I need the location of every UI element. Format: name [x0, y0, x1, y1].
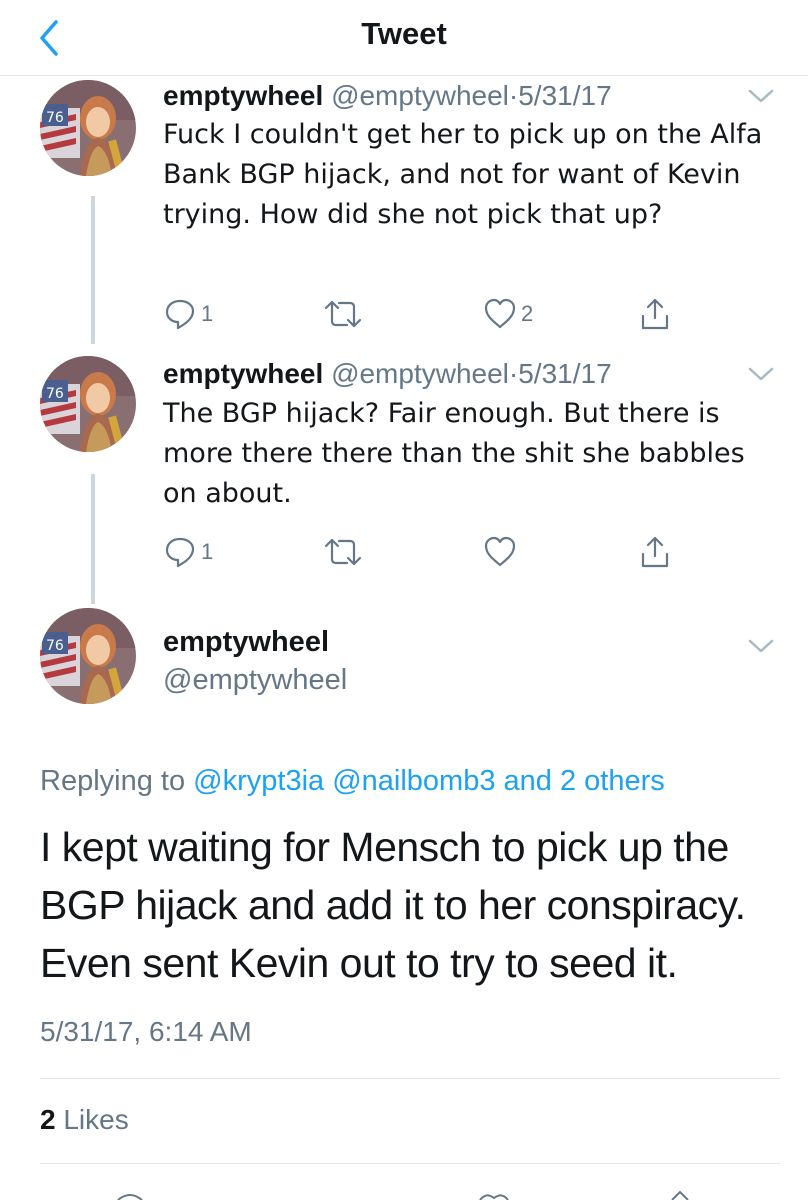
- tweet-timestamp: 5/31/17, 6:14 AM: [40, 1016, 252, 1047]
- tweet-actions: 1 2: [163, 296, 683, 332]
- retweet-icon: [324, 538, 362, 566]
- caret-down-icon[interactable]: [748, 638, 774, 654]
- user-handle[interactable]: @emptywheel: [331, 358, 509, 389]
- user-handle[interactable]: @emptywheel: [331, 80, 509, 111]
- dot-separator: ·: [508, 80, 519, 111]
- main-tweet-text: I kept waiting for Mensch to pick up the…: [40, 824, 746, 986]
- main-tweet-header: emptywheel: [0, 600, 808, 710]
- tweet-date: 5/31/17: [518, 358, 612, 389]
- like-button[interactable]: [483, 534, 521, 570]
- share-button[interactable]: [638, 534, 672, 570]
- user-name[interactable]: emptywheel: [163, 626, 329, 659]
- caret-down-icon[interactable]: [748, 366, 774, 382]
- mention-link[interactable]: @krypt3ia: [193, 765, 324, 797]
- reply-icon: [165, 537, 195, 568]
- reply-button[interactable]: 1: [163, 534, 213, 570]
- like-icon: [479, 1194, 509, 1200]
- share-icon: [641, 298, 669, 330]
- share-icon: [671, 1190, 689, 1200]
- retweet-icon: [324, 300, 362, 328]
- like-button[interactable]: 2: [483, 296, 533, 332]
- like-count: 2: [521, 301, 534, 326]
- others-link[interactable]: and 2 others: [504, 765, 665, 797]
- like-icon: [484, 298, 516, 329]
- share-button[interactable]: [638, 296, 672, 332]
- mention-link[interactable]: @nailbomb3: [332, 765, 495, 797]
- dot-separator: ·: [508, 358, 519, 389]
- tweet-text: The BGP hijack? Fair enough. But there i…: [163, 398, 745, 509]
- likes-summary[interactable]: 2 Likes: [40, 1104, 129, 1136]
- share-icon: [641, 536, 669, 568]
- retweet-button[interactable]: [323, 296, 367, 332]
- likes-count: 2: [40, 1104, 56, 1135]
- retweet-button[interactable]: [323, 534, 367, 570]
- tweet-header: emptywheel @emptywheel·5/31/17: [163, 78, 612, 114]
- avatar[interactable]: [40, 80, 136, 176]
- reply-icon: [165, 299, 195, 330]
- nav-bar: Tweet: [0, 0, 808, 76]
- main-tweet-actions: [0, 1186, 808, 1200]
- avatar[interactable]: [40, 356, 136, 452]
- page-title: Tweet: [361, 16, 447, 51]
- user-handle[interactable]: @emptywheel: [163, 664, 347, 697]
- reply-count: 1: [201, 539, 214, 564]
- like-icon: [484, 536, 516, 567]
- user-name[interactable]: emptywheel: [163, 358, 323, 389]
- replying-to-prefix: Replying to: [40, 765, 186, 797]
- tweet-date: 5/31/17: [518, 80, 612, 111]
- divider: [40, 1078, 780, 1079]
- reply-button[interactable]: 1: [163, 296, 213, 332]
- reply-count: 1: [201, 301, 214, 326]
- divider: [40, 1163, 780, 1164]
- tweet-actions: 1: [163, 534, 683, 570]
- reply-icon: [117, 1194, 143, 1200]
- likes-label: Likes: [63, 1104, 129, 1135]
- tweet-text: Fuck I couldn't get her to pick up on th…: [163, 119, 763, 230]
- tweet-header: emptywheel @emptywheel·5/31/17: [163, 356, 612, 392]
- user-name[interactable]: emptywheel: [163, 80, 323, 111]
- thread-connector-line: [91, 196, 95, 344]
- caret-down-icon[interactable]: [748, 88, 774, 104]
- avatar[interactable]: [40, 608, 136, 704]
- replying-to-line: Replying to @krypt3ia @nailbomb3 and 2 o…: [40, 765, 665, 798]
- thread-connector-line: [91, 474, 95, 604]
